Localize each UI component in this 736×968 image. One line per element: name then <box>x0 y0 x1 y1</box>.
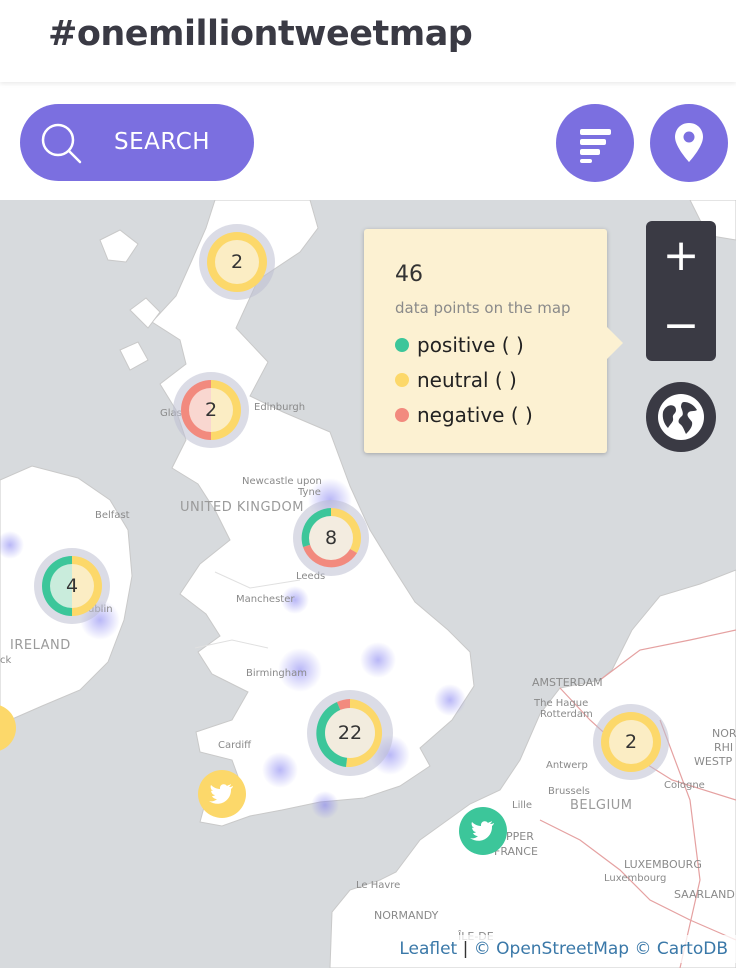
zoom-in-button[interactable]: + <box>646 221 716 291</box>
label-birmingham: Birmingham <box>246 668 307 679</box>
location-button[interactable] <box>650 104 728 182</box>
page-title: #onemilliontweetmap <box>48 14 473 54</box>
label-newcastle: Newcastle upon <box>242 476 322 487</box>
cluster-marker[interactable]: 2 <box>593 704 669 780</box>
twitter-bird-icon <box>470 821 494 841</box>
data-point-caption: data points on the map <box>395 299 571 317</box>
label-lille: Lille <box>512 800 533 811</box>
cluster-count: 2 <box>204 399 218 421</box>
label-luxembourg-city: Luxembourg <box>604 873 667 884</box>
label-pper: PPER <box>506 830 534 843</box>
cluster-count: 2 <box>230 251 244 273</box>
cluster-count: 2 <box>624 731 638 753</box>
legend-neutral: neutral ( ) <box>395 368 517 392</box>
label-westp: WESTP <box>694 755 733 768</box>
search-icon <box>41 123 82 164</box>
cluster-marker[interactable]: 8 <box>293 500 369 576</box>
carto-link[interactable]: © CartoDB <box>635 939 729 959</box>
label-newcastle-2: Tyne <box>298 487 321 498</box>
label-antwerp: Antwerp <box>546 760 588 771</box>
filter-button[interactable] <box>556 104 634 182</box>
attribution-separator: | <box>457 939 474 959</box>
osm-link[interactable]: © OpenStreetMap <box>474 939 629 959</box>
stats-popup: 46 data points on the map positive ( ) n… <box>364 229 623 453</box>
label-the-hague: The Hague <box>534 698 589 709</box>
cluster-marker[interactable]: 2 <box>173 372 249 448</box>
negative-dot-icon <box>395 407 409 422</box>
data-point-count: 46 <box>395 262 423 287</box>
label-nor: NOR <box>712 727 736 740</box>
globe-button[interactable] <box>646 382 716 452</box>
label-manchester: Manchester <box>236 594 295 605</box>
zoom-out-button[interactable]: − <box>646 291 716 361</box>
label-belfast: Belfast <box>95 510 130 521</box>
search-button[interactable]: SEARCH <box>20 104 254 181</box>
label-luxembourg: LUXEMBOURG <box>624 858 702 871</box>
legend-negative-label: negative ( ) <box>417 403 533 427</box>
tweet-marker[interactable] <box>198 770 246 818</box>
zoom-control: + − <box>646 221 716 361</box>
search-label: SEARCH <box>114 129 211 155</box>
tweet-marker[interactable] <box>459 807 507 855</box>
toolbar: SEARCH <box>0 84 736 200</box>
positive-dot-icon <box>395 337 409 352</box>
globe-icon <box>658 394 704 440</box>
twitter-bird-icon <box>209 784 233 804</box>
legend-positive-label: positive ( ) <box>417 333 524 357</box>
label-le-havre: Le Havre <box>356 880 401 891</box>
leaflet-link[interactable]: Leaflet <box>399 939 457 959</box>
label-edinburgh: Edinburgh <box>254 402 306 413</box>
label-ireland: IRELAND <box>10 638 71 653</box>
label-uk: UNITED KINGDOM <box>180 500 304 515</box>
label-brussels: Brussels <box>548 786 590 797</box>
cluster-marker[interactable]: 2 <box>199 224 275 300</box>
cluster-marker[interactable]: 22 <box>307 690 393 776</box>
label-saarland: SAARLAND <box>674 888 735 901</box>
legend-negative: negative ( ) <box>395 403 533 427</box>
map-attribution: Leaflet | © OpenStreetMap © CartoDB <box>391 935 736 963</box>
cluster-count: 4 <box>65 575 79 597</box>
cluster-count: 8 <box>324 527 338 549</box>
label-belgium: BELGIUM <box>570 798 633 813</box>
popup-arrow <box>605 325 623 361</box>
cluster-count: 22 <box>337 722 363 744</box>
label-amsterdam: AMSTERDAM <box>532 676 603 689</box>
label-rhi: RHI <box>714 741 734 754</box>
neutral-dot-icon <box>395 372 409 387</box>
location-pin-icon <box>675 123 703 162</box>
label-cardiff: Cardiff <box>218 740 252 751</box>
legend-positive: positive ( ) <box>395 333 524 357</box>
header-bar: #onemilliontweetmap <box>0 0 736 82</box>
label-normandy: NORMANDY <box>374 909 439 922</box>
bars-icon <box>580 129 611 163</box>
label-rotterdam: Rotterdam <box>540 709 593 720</box>
legend-neutral-label: neutral ( ) <box>417 368 517 392</box>
label-ck: ck <box>0 655 12 666</box>
label-cologne: Cologne <box>664 780 705 791</box>
cluster-marker[interactable]: 4 <box>34 548 110 624</box>
